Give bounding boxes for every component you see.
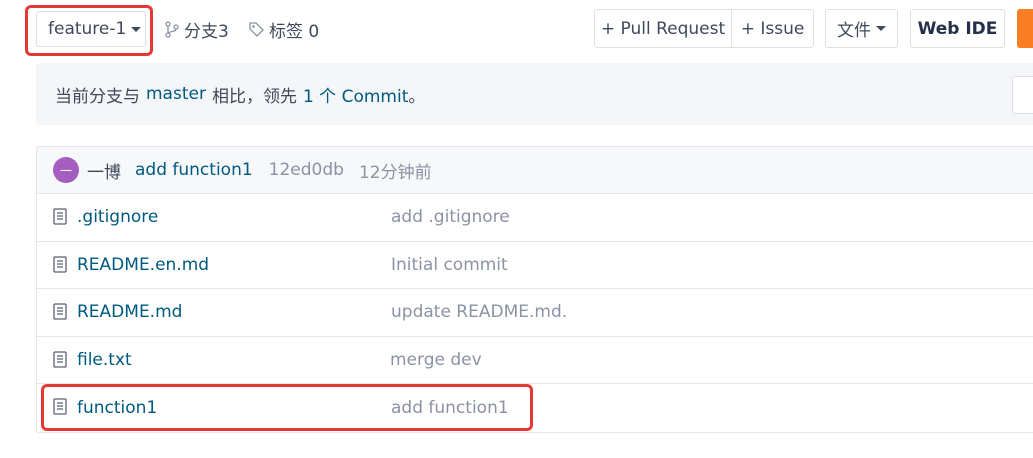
file-commit-message[interactable]: Initial commit — [391, 255, 508, 275]
file-row[interactable]: .gitignore add .gitignore — [37, 194, 1033, 242]
file-row[interactable]: README.md update README.md. — [37, 289, 1033, 337]
pull-request-button[interactable]: + Pull Request — [595, 10, 732, 47]
file-name-link[interactable]: README.md — [77, 302, 182, 322]
file-menu-label: 文件 — [837, 21, 871, 41]
commit-message-link[interactable]: add function1 — [135, 160, 253, 180]
chevron-down-icon — [876, 26, 886, 31]
chevron-down-icon — [131, 26, 142, 32]
compare-action-button[interactable] — [1012, 76, 1033, 114]
file-name-link[interactable]: function1 — [77, 398, 157, 418]
web-ide-label: Web IDE — [917, 18, 998, 39]
ahead-commits-link[interactable]: 1 个 Commit — [303, 82, 408, 107]
tags-link[interactable]: 标签 0 — [248, 17, 319, 42]
create-button-group: + Pull Request + Issue — [594, 9, 814, 48]
branch-icon — [165, 21, 179, 38]
file-menu-button[interactable]: 文件 — [825, 9, 898, 48]
branches-link[interactable]: 分支3 — [164, 17, 229, 42]
commit-time: 12分钟前 — [358, 162, 432, 183]
compare-suffix: 。 — [408, 86, 426, 107]
file-icon — [53, 208, 67, 225]
file-row[interactable]: README.en.md Initial commit — [37, 242, 1033, 289]
tag-icon — [249, 22, 264, 37]
file-list: 一 一博 add function1 12ed0db 12分钟前 .gitign… — [36, 146, 1033, 433]
avatar-initial: 一 — [59, 163, 72, 178]
pull-request-label: + Pull Request — [600, 18, 726, 39]
avatar[interactable]: 一 — [53, 157, 79, 183]
file-row[interactable]: file.txt merge dev — [37, 337, 1033, 384]
clone-download-button[interactable] — [1017, 9, 1033, 48]
file-row[interactable]: function1 add function1 — [37, 384, 1033, 432]
issue-button[interactable]: + Issue — [732, 10, 813, 47]
file-icon — [53, 398, 67, 415]
branch-name: feature-1 — [48, 19, 127, 39]
file-commit-message[interactable]: add function1 — [391, 398, 509, 418]
branches-count: 分支3 — [184, 22, 229, 42]
file-name-link[interactable]: file.txt — [77, 350, 132, 370]
commit-author[interactable]: 一博 — [87, 158, 121, 183]
file-commit-message[interactable]: merge dev — [390, 350, 482, 370]
compare-prefix: 当前分支与 — [55, 86, 140, 107]
base-branch-link[interactable]: master — [146, 84, 206, 104]
file-icon — [53, 255, 67, 273]
latest-commit-row: 一 一博 add function1 12ed0db 12分钟前 — [37, 147, 1033, 194]
file-icon — [53, 303, 67, 320]
branch-selector[interactable]: feature-1 — [36, 11, 146, 47]
commit-sha[interactable]: 12ed0db — [269, 160, 344, 180]
compare-middle: 相比，领先 — [211, 86, 297, 107]
issue-label: + Issue — [740, 18, 805, 39]
file-name-link[interactable]: .gitignore — [77, 207, 158, 227]
tags-count: 标签 0 — [269, 22, 320, 42]
branch-compare-banner: 当前分支与 master 相比，领先 1 个 Commit 。 — [36, 63, 1033, 125]
file-icon — [53, 350, 67, 368]
file-name-link[interactable]: README.en.md — [77, 255, 209, 275]
repo-toolbar: feature-1 分支3 标签 0 + Pull Request + Issu… — [0, 0, 1033, 60]
file-commit-message[interactable]: update README.md. — [391, 302, 567, 322]
web-ide-button[interactable]: Web IDE — [910, 9, 1005, 48]
file-commit-message[interactable]: add .gitignore — [391, 207, 510, 227]
